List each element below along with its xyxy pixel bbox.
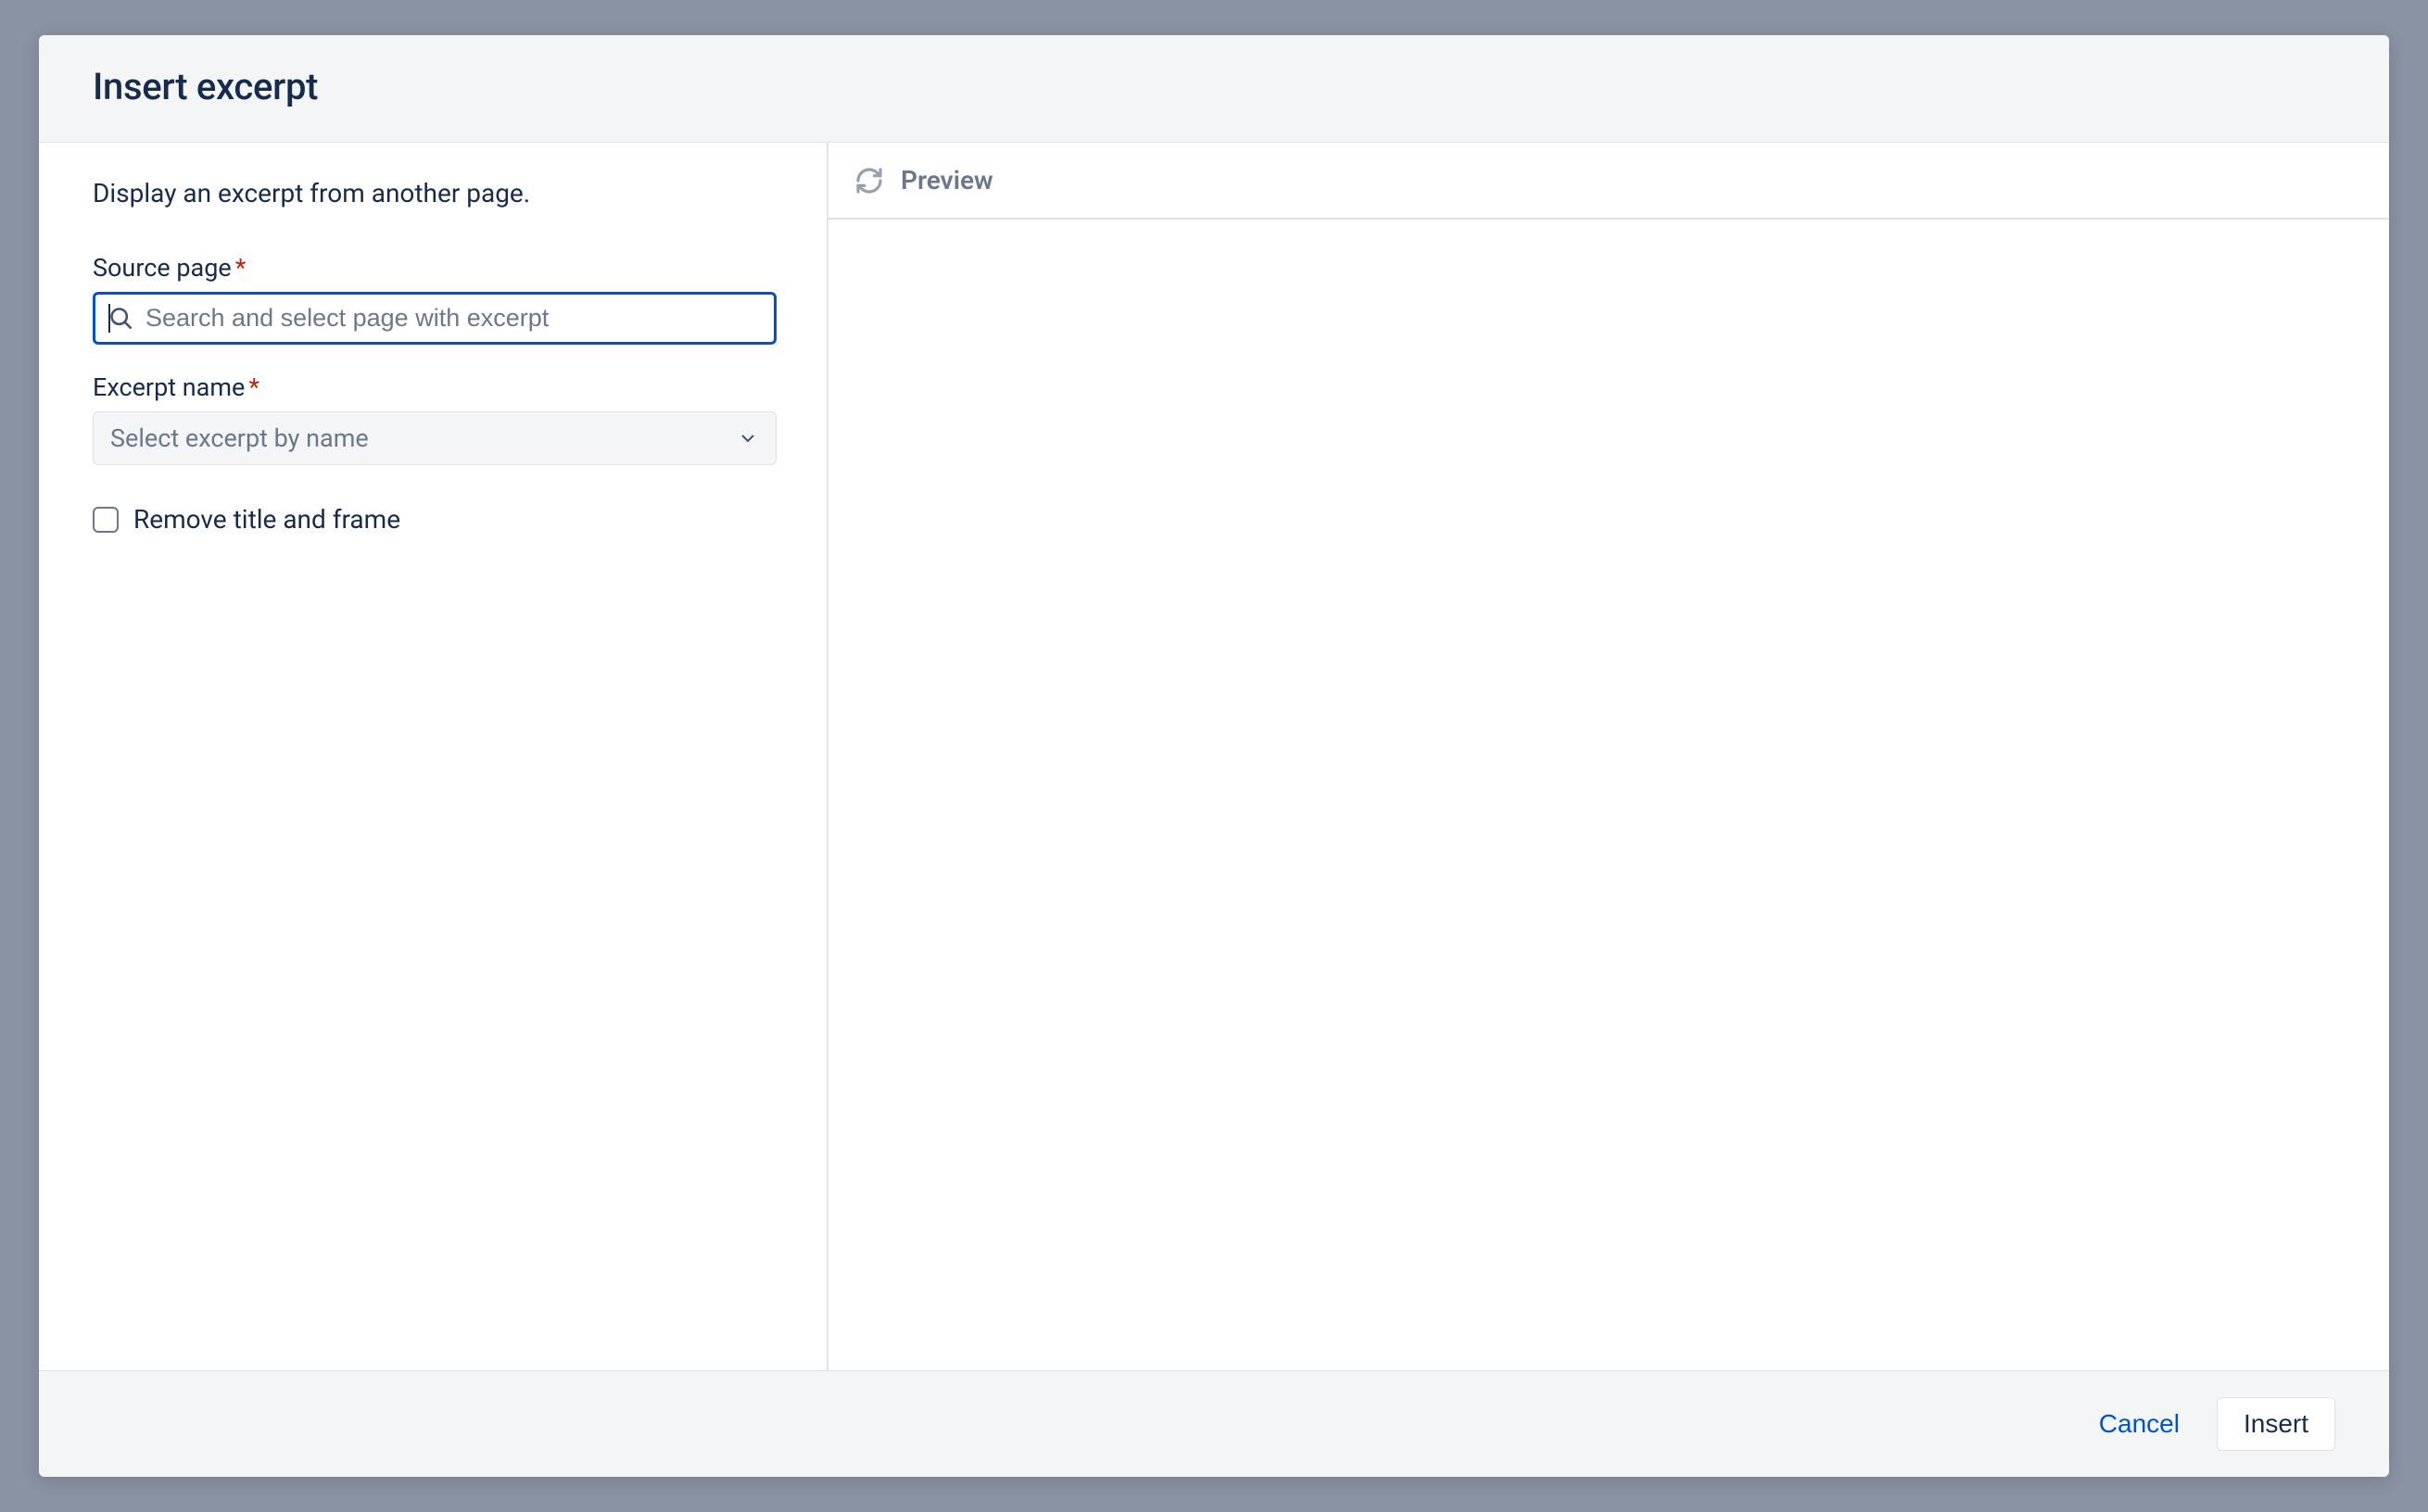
- remove-title-field: Remove title and frame: [93, 504, 773, 535]
- excerpt-name-select[interactable]: Select excerpt by name: [93, 411, 777, 465]
- dialog-body: Display an excerpt from another page. So…: [39, 143, 2389, 1370]
- preview-panel: Preview: [828, 143, 2389, 1370]
- dialog-footer: Cancel Insert: [39, 1370, 2389, 1477]
- required-indicator: *: [248, 372, 259, 402]
- excerpt-name-label-text: Excerpt name: [93, 372, 245, 402]
- source-page-input[interactable]: [145, 304, 761, 333]
- dialog-title: Insert excerpt: [93, 65, 2335, 108]
- preview-title: Preview: [901, 165, 993, 195]
- chevron-down-icon: [737, 427, 759, 449]
- dialog-header: Insert excerpt: [39, 35, 2389, 143]
- required-indicator: *: [235, 253, 247, 283]
- excerpt-name-placeholder: Select excerpt by name: [110, 423, 369, 453]
- search-icon: [108, 306, 134, 332]
- form-panel: Display an excerpt from another page. So…: [39, 143, 828, 1370]
- excerpt-name-field: Excerpt name* Select excerpt by name: [93, 372, 773, 465]
- source-page-field: Source page*: [93, 253, 773, 345]
- source-page-label-text: Source page: [93, 253, 232, 283]
- source-page-input-wrapper[interactable]: [93, 292, 777, 345]
- source-page-label: Source page*: [93, 253, 773, 283]
- remove-title-label: Remove title and frame: [133, 504, 400, 535]
- insert-excerpt-dialog: Insert excerpt Display an excerpt from a…: [39, 35, 2389, 1477]
- preview-header: Preview: [828, 143, 2389, 220]
- refresh-icon[interactable]: [854, 166, 884, 195]
- text-cursor: [108, 304, 110, 333]
- insert-button[interactable]: Insert: [2217, 1397, 2335, 1451]
- excerpt-name-label: Excerpt name*: [93, 372, 773, 402]
- preview-content: [828, 220, 2389, 1370]
- form-description: Display an excerpt from another page.: [93, 178, 773, 208]
- remove-title-checkbox[interactable]: [93, 507, 119, 533]
- cancel-button[interactable]: Cancel: [2084, 1400, 2194, 1448]
